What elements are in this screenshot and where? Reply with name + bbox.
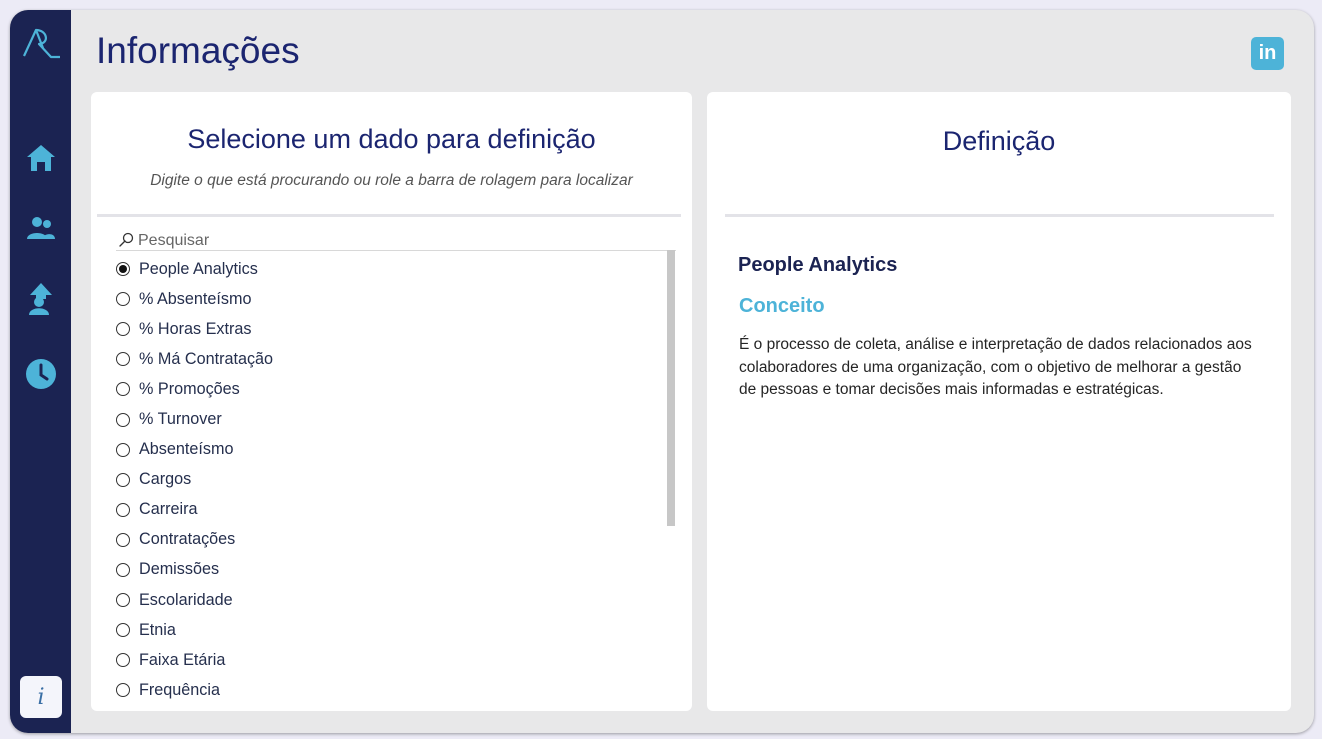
info-icon: i [37, 684, 45, 710]
data-list: People Analytics % Absenteísmo % Horas E… [116, 254, 656, 705]
list-item[interactable]: Absenteísmo [116, 435, 656, 465]
radio-button[interactable] [116, 472, 130, 487]
list-item-label: People Analytics [139, 259, 258, 278]
logo [20, 24, 62, 62]
list-item[interactable]: % Horas Extras [116, 314, 656, 344]
radio-button[interactable] [116, 382, 130, 397]
list-item-label: % Absenteísmo [139, 289, 252, 308]
list-item[interactable]: Etnia [116, 615, 656, 645]
list-item[interactable]: Contratações [116, 525, 656, 555]
radio-button[interactable] [116, 623, 130, 638]
sidebar-item-promotion[interactable] [24, 282, 58, 320]
sidebar: i [10, 10, 71, 733]
list-item[interactable]: Faixa Etária [116, 645, 656, 675]
list-item[interactable]: People Analytics [116, 254, 656, 284]
app-frame: i Informações in Selecione um dado para … [10, 10, 1314, 733]
concept-label: Conceito [739, 295, 825, 317]
person-arrow-up-icon [26, 282, 56, 320]
list-item-label: % Promoções [139, 379, 240, 398]
list-item-label: Faixa Etária [139, 650, 226, 669]
definition-text: É o processo de coleta, análise e interp… [739, 336, 1252, 398]
list-item[interactable]: Carreira [116, 495, 656, 525]
radio-button[interactable] [116, 322, 130, 337]
radio-button[interactable] [116, 292, 130, 307]
list-item[interactable]: Escolaridade [116, 585, 656, 615]
list-item[interactable]: % Turnover [116, 404, 656, 434]
search-input[interactable] [138, 232, 658, 250]
sidebar-item-history[interactable] [24, 359, 58, 393]
list-item-label: Cargos [139, 470, 192, 489]
sidebar-item-home[interactable] [24, 143, 58, 177]
radio-button[interactable] [116, 352, 130, 367]
radio-button[interactable] [116, 442, 130, 457]
list-item[interactable]: % Má Contratação [116, 344, 656, 374]
linkedin-icon: in [1258, 42, 1277, 64]
radio-button[interactable] [116, 502, 130, 517]
list-item-label: % Horas Extras [139, 319, 252, 338]
list-item-label: % Turnover [139, 410, 222, 429]
list-item[interactable]: Demissões [116, 555, 656, 585]
selection-divider [97, 214, 681, 217]
radio-button[interactable] [116, 593, 130, 608]
list-scrollbar[interactable] [667, 250, 675, 526]
list-item[interactable]: % Promoções [116, 374, 656, 404]
radio-button[interactable] [116, 653, 130, 668]
definition-title: Definição [942, 126, 1056, 156]
search-icon [118, 232, 134, 248]
page-title: Informações [96, 30, 300, 71]
search-bar [116, 232, 676, 251]
list-item[interactable]: Cargos [116, 465, 656, 495]
sidebar-item-people[interactable] [24, 213, 58, 247]
linkedin-button[interactable]: in [1251, 37, 1284, 70]
selection-card: Selecione um dado para definição Digite … [91, 92, 692, 711]
list-item-label: Frequência [139, 680, 220, 699]
radio-button[interactable] [116, 562, 130, 577]
list-item-label: Escolaridade [139, 590, 233, 609]
radio-button[interactable] [116, 262, 130, 277]
definition-divider [725, 214, 1274, 217]
radio-button[interactable] [116, 683, 130, 698]
clock-icon [25, 358, 57, 394]
list-item-label: Absenteísmo [139, 440, 234, 459]
selection-title: Selecione um dado para definição [187, 124, 596, 154]
selection-subtitle: Digite o que está procurando ou role a b… [150, 172, 633, 189]
definition-card: Definição People Analytics Conceito É o … [707, 92, 1291, 711]
definition-term: People Analytics [738, 254, 898, 276]
list-item-label: Demissões [139, 560, 220, 579]
radio-button[interactable] [116, 532, 130, 547]
radio-button[interactable] [116, 412, 130, 427]
list-item-label: Etnia [139, 620, 176, 639]
list-item[interactable]: % Absenteísmo [116, 284, 656, 314]
users-icon [26, 214, 56, 246]
info-button[interactable]: i [20, 676, 62, 718]
list-item-label: Contratações [139, 530, 236, 549]
list-item-label: % Má Contratação [139, 349, 274, 368]
home-icon [25, 143, 57, 177]
list-item[interactable]: Frequência [116, 675, 656, 705]
list-item-label: Carreira [139, 500, 198, 519]
